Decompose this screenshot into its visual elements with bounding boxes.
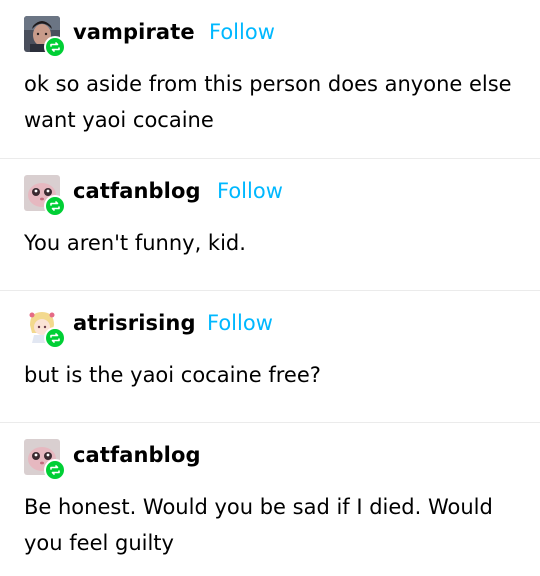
post-text: Be honest. Would you be sad if I died. W… (24, 495, 493, 555)
username[interactable]: atrisrising (73, 309, 196, 337)
follow-button[interactable]: Follow (209, 18, 275, 46)
avatar[interactable] (24, 307, 66, 349)
post-text: You aren't funny, kid. (24, 231, 246, 255)
follow-button[interactable]: Follow (217, 177, 283, 205)
avatar[interactable] (24, 439, 66, 481)
username[interactable]: catfanblog (73, 177, 201, 205)
reblog-icon (44, 327, 66, 349)
reblog-icon (44, 36, 66, 58)
thread-post: catfanblog Follow You aren't funny, kid. (0, 159, 540, 290)
reblog-icon (44, 459, 66, 481)
post-text: but is the yaoi cocaine free? (24, 363, 321, 387)
thread-post: vampirate Follow ok so aside from this p… (0, 0, 540, 158)
avatar[interactable] (24, 175, 66, 217)
reblog-thread: vampirate Follow ok so aside from this p… (0, 0, 540, 576)
post-text: ok so aside from this person does anyone… (24, 72, 512, 132)
username[interactable]: vampirate (73, 18, 195, 46)
thread-post: atrisrising Follow but is the yaoi cocai… (0, 291, 540, 422)
username[interactable]: catfanblog (73, 441, 201, 469)
avatar[interactable] (24, 16, 66, 58)
thread-post: catfanblog Be honest. Would you be sad i… (0, 423, 540, 576)
follow-button[interactable]: Follow (207, 309, 273, 337)
reblog-icon (44, 195, 66, 217)
